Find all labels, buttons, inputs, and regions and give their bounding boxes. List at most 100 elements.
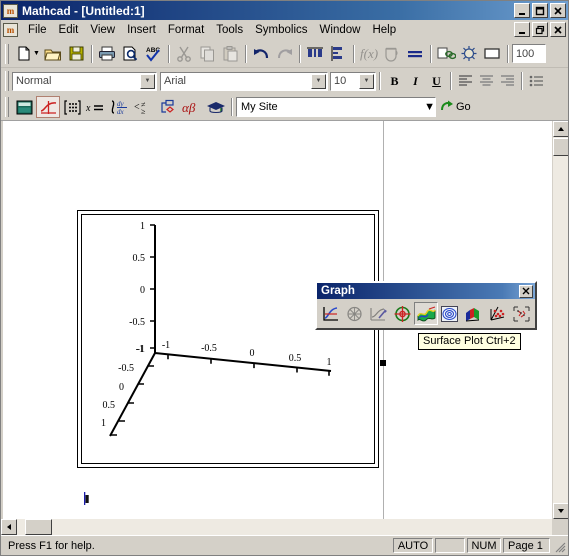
surface-plot-region[interactable]: 1 0.5 0 -0.5 -1 -1 -0.5 0 0.5 1 -1 -0.5 …: [77, 210, 379, 468]
menu-item-edit[interactable]: Edit: [53, 22, 85, 38]
graduation-cap-icon[interactable]: [204, 96, 228, 118]
contour-plot-icon[interactable]: [438, 302, 462, 325]
mdi-minimize-icon[interactable]: [514, 22, 530, 37]
scroll-left-icon[interactable]: [1, 519, 17, 535]
insert-unit-button: [381, 43, 404, 65]
menu-item-file[interactable]: File: [22, 22, 53, 38]
align-center-icon[interactable]: [476, 71, 497, 92]
format-separator: [450, 72, 452, 90]
toolbar-separator: [244, 44, 247, 63]
svg-text:x: x: [85, 103, 91, 114]
alpha-beta-icon[interactable]: αβ: [180, 96, 204, 118]
programming-icon[interactable]: [156, 96, 180, 118]
style-combo[interactable]: Normal ▼: [12, 71, 157, 91]
svg-text:≥: ≥: [141, 107, 146, 116]
vertical-scroll-thumb[interactable]: [553, 138, 568, 156]
go-button[interactable]: Go: [440, 99, 471, 116]
close-icon[interactable]: [550, 3, 566, 18]
mdi-close-icon[interactable]: [550, 22, 566, 37]
vertical-scrollbar[interactable]: [552, 121, 568, 519]
chevron-down-icon[interactable]: ▼: [359, 73, 374, 89]
matrix-dots-icon[interactable]: [60, 96, 84, 118]
calculate-button[interactable]: [404, 43, 427, 65]
graph-zoom-icon[interactable]: [367, 302, 391, 325]
palette-title-bar[interactable]: Graph: [317, 283, 535, 299]
align-right-icon[interactable]: [497, 71, 518, 92]
close-icon[interactable]: [519, 284, 533, 298]
menu-item-format[interactable]: Format: [162, 22, 210, 38]
print-button[interactable]: [96, 43, 119, 65]
svg-text:-0.5: -0.5: [201, 343, 217, 354]
minimize-icon[interactable]: [514, 3, 530, 18]
chevron-down-icon[interactable]: ▼: [424, 101, 435, 113]
x-equals-icon[interactable]: x: [84, 96, 108, 118]
xy-plot-icon[interactable]: [319, 302, 343, 325]
undo-button[interactable]: [250, 43, 273, 65]
insert-hyperlink-button[interactable]: [435, 43, 458, 65]
standard-toolbar: ▼ ABC f(x) 100: [1, 40, 568, 68]
mdi-restore-icon[interactable]: [532, 22, 548, 37]
save-button[interactable]: [65, 43, 88, 65]
bold-button[interactable]: B: [384, 71, 405, 92]
chevron-down-icon[interactable]: ▼: [311, 73, 326, 89]
horizontal-scroll-thumb[interactable]: [25, 519, 52, 535]
surface-plot-icon[interactable]: [414, 302, 438, 325]
maximize-icon[interactable]: [532, 3, 548, 18]
math-separator: [231, 98, 233, 116]
vector-field-icon[interactable]: [509, 302, 533, 325]
calculator-icon[interactable]: [12, 96, 36, 118]
align-down-button[interactable]: [327, 43, 350, 65]
scroll-down-icon[interactable]: [553, 503, 568, 519]
print-preview-button[interactable]: [119, 43, 142, 65]
menu-item-view[interactable]: View: [84, 22, 121, 38]
svg-text:0: 0: [119, 382, 124, 393]
integral-derivative-icon[interactable]: dy dx: [108, 96, 132, 118]
status-calc-mode: AUTO: [393, 538, 433, 553]
resize-grip[interactable]: [552, 538, 566, 553]
math-toolbar-grip[interactable]: [5, 97, 9, 117]
italic-button[interactable]: I: [405, 71, 426, 92]
menu-item-insert[interactable]: Insert: [121, 22, 162, 38]
zoom-value: 100: [515, 47, 535, 60]
open-button[interactable]: [42, 43, 65, 65]
svg-text:dx: dx: [117, 108, 125, 116]
insert-component-button[interactable]: [458, 43, 481, 65]
menu-item-window[interactable]: Window: [314, 22, 367, 38]
insert-area-button[interactable]: [481, 43, 504, 65]
menu-item-help[interactable]: Help: [366, 22, 402, 38]
spell-check-button[interactable]: ABC: [142, 43, 165, 65]
scrollbar-corner: [552, 519, 568, 535]
bullet-list-icon[interactable]: [526, 71, 547, 92]
horizontal-scrollbar[interactable]: [1, 519, 552, 535]
crosshair-target-icon[interactable]: [390, 302, 414, 325]
bar-chart-3d-icon[interactable]: [462, 302, 486, 325]
font-combo[interactable]: Arial ▼: [160, 71, 328, 91]
less-than-icon[interactable]: < ≠ ≥: [132, 96, 156, 118]
polar-plot-icon[interactable]: [343, 302, 367, 325]
font-size-combo[interactable]: 10 ▼: [330, 71, 376, 91]
document-icon[interactable]: m: [3, 22, 18, 37]
align-across-button[interactable]: [304, 43, 327, 65]
new-document-button[interactable]: [12, 43, 35, 65]
menu-item-symbolics[interactable]: Symbolics: [249, 22, 313, 38]
align-left-icon[interactable]: [455, 71, 476, 92]
scatter-3d-icon[interactable]: [485, 302, 509, 325]
scroll-up-icon[interactable]: [553, 121, 568, 137]
selection-handle[interactable]: [380, 360, 386, 366]
chevron-down-icon[interactable]: ▼: [140, 73, 155, 89]
zoom-combo[interactable]: 100: [511, 44, 546, 63]
palette-title: Graph: [321, 285, 355, 297]
menu-item-tools[interactable]: Tools: [210, 22, 249, 38]
palette-buttons: [317, 299, 535, 328]
format-toolbar-grip[interactable]: [5, 71, 9, 91]
font-size-value: 10: [334, 75, 347, 87]
new-dropdown-button[interactable]: ▼: [33, 50, 40, 57]
graph-curve-icon[interactable]: [36, 96, 60, 118]
toolbar-grip[interactable]: [5, 43, 9, 64]
svg-text:0.5: 0.5: [289, 353, 302, 364]
address-input[interactable]: My Site ▼: [236, 97, 436, 117]
underline-button[interactable]: U: [426, 71, 447, 92]
format-separator: [379, 72, 381, 90]
redo-button: [273, 43, 296, 65]
status-page: Page 1: [503, 538, 550, 553]
